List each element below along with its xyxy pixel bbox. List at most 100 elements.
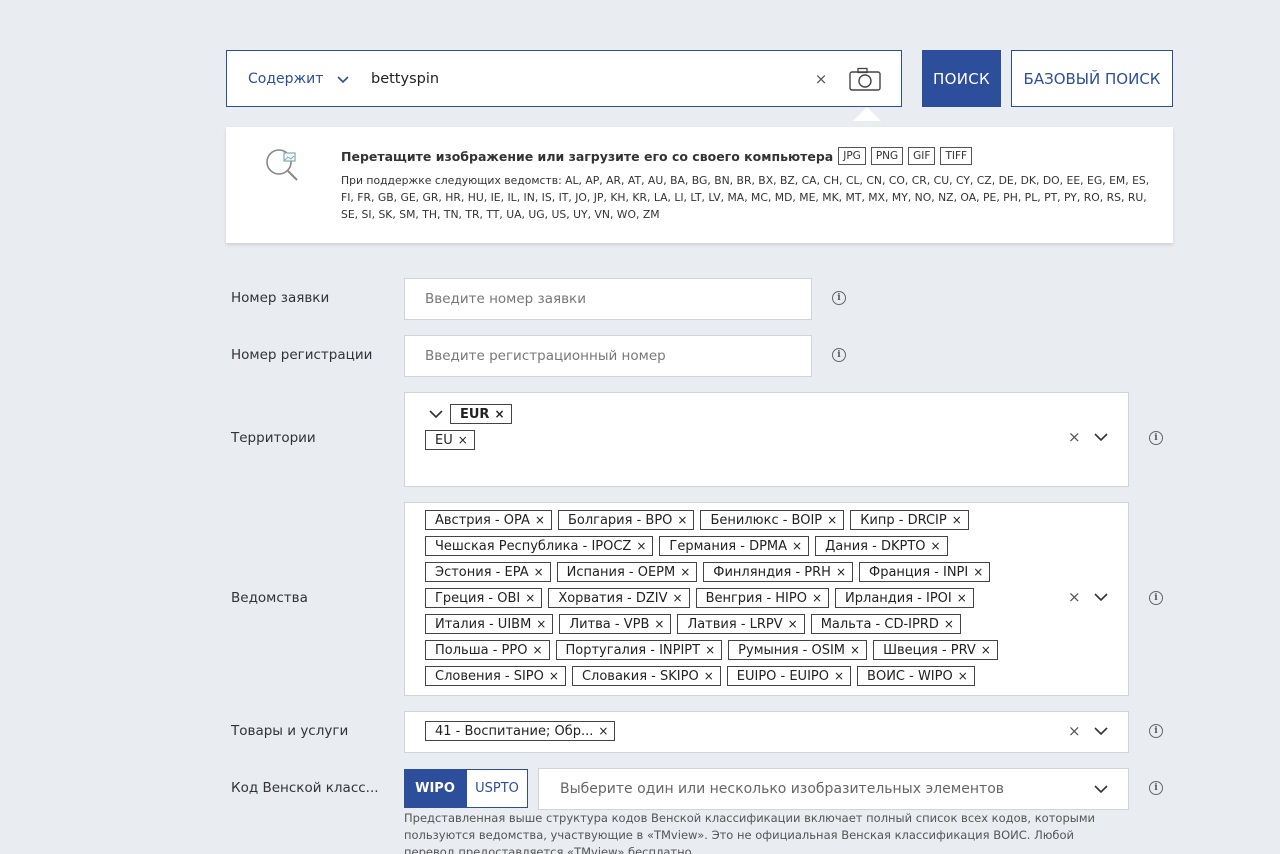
remove-chip-icon[interactable]: × [536, 617, 546, 631]
remove-chip-icon[interactable]: × [494, 407, 504, 421]
format-badge-jpg: JPG [838, 147, 866, 165]
offices-label: Ведомства [231, 590, 308, 606]
info-icon[interactable]: i [832, 348, 846, 362]
remove-chip-icon[interactable]: × [654, 617, 664, 631]
format-badge-gif: GIF [908, 147, 936, 165]
chevron-down-icon[interactable] [1094, 593, 1108, 602]
chip-label: Бенилюкс - BOIP [710, 512, 823, 528]
remove-chip-icon[interactable]: × [850, 643, 860, 657]
chip-label: Болгария - BPO [567, 512, 673, 528]
chip-label: Мальта - CD-IPRD [820, 616, 939, 632]
chip-label: Дания - DKPTO [825, 538, 926, 554]
registration-number-input[interactable]: Введите регистрационный номер [404, 335, 812, 377]
chip-label: 41 - Воспитание; Обр... [435, 723, 594, 739]
search-bar: Содержит bettyspin × [226, 50, 902, 107]
chip-label: Германия - DPMA [669, 538, 788, 554]
format-badge-png: PNG [870, 147, 904, 165]
chip-label: Латвия - LRPV [687, 616, 783, 632]
remove-chip-icon[interactable]: × [636, 539, 646, 553]
info-icon[interactable]: i [1149, 724, 1163, 738]
clear-all-icon[interactable]: × [1068, 588, 1081, 606]
remove-chip-icon[interactable]: × [532, 643, 542, 657]
clear-search-icon[interactable]: × [811, 70, 831, 88]
chip-label: Ирландия - IPOI [845, 590, 952, 606]
supported-offices-text: При поддержке следующих ведомств: AL, AP… [341, 174, 1150, 221]
chevron-down-icon[interactable] [1094, 727, 1108, 736]
vienna-elements-select[interactable]: Выберите один или несколько изобразитель… [538, 768, 1129, 810]
remove-chip-icon[interactable]: × [788, 617, 798, 631]
remove-chip-icon[interactable]: × [944, 617, 954, 631]
application-number-input[interactable]: Введите номер заявки [404, 278, 812, 320]
remove-chip-icon[interactable]: × [958, 669, 968, 683]
toggle-uspto[interactable]: USPTO [466, 769, 528, 808]
remove-chip-icon[interactable]: × [535, 513, 545, 527]
clear-all-icon[interactable]: × [1068, 428, 1081, 446]
remove-chip-icon[interactable]: × [952, 513, 962, 527]
office-chip: Испания - OEPM × [556, 562, 698, 582]
vienna-select-placeholder: Выберите один или несколько изобразитель… [560, 781, 1005, 797]
office-chip: Словения - SIPO × [425, 666, 566, 686]
office-chip: Литва - VPB × [559, 614, 672, 634]
remove-chip-icon[interactable]: × [534, 565, 544, 579]
office-chip: Венгрия - HIPO × [695, 588, 830, 608]
remove-chip-icon[interactable]: × [957, 591, 967, 605]
remove-chip-icon[interactable]: × [677, 513, 687, 527]
chip-label: Франция - INPI [869, 564, 969, 580]
remove-chip-icon[interactable]: × [525, 591, 535, 605]
office-chip: Дания - DKPTO × [815, 536, 948, 556]
camera-icon[interactable] [849, 67, 881, 91]
basic-search-button[interactable]: БАЗОВЫЙ ПОИСК [1011, 50, 1173, 107]
office-chip: Кипр - DRCIP × [850, 510, 969, 530]
office-chip: Финляндия - PRH × [703, 562, 853, 582]
office-chip: Болгария - BPO × [557, 510, 695, 530]
info-icon[interactable]: i [832, 291, 846, 305]
office-chip: Румыния - OSIM × [728, 640, 868, 660]
chip-label: EUIPO - EUIPO [736, 668, 829, 684]
chip-label: EUR [460, 406, 490, 422]
remove-chip-icon[interactable]: × [705, 643, 715, 657]
office-chip: Польша - PPO × [425, 640, 550, 660]
office-chip: Франция - INPI × [859, 562, 991, 582]
remove-chip-icon[interactable]: × [680, 565, 690, 579]
clear-all-icon[interactable]: × [1068, 722, 1081, 740]
search-button[interactable]: ПОИСК [922, 50, 1001, 107]
image-search-icon [266, 149, 298, 181]
chip-label: Словения - SIPO [435, 668, 544, 684]
remove-chip-icon[interactable]: × [834, 669, 844, 683]
remove-chip-icon[interactable]: × [598, 724, 608, 738]
territories-select[interactable]: EUR × EU × × [404, 392, 1129, 487]
remove-chip-icon[interactable]: × [549, 669, 559, 683]
territory-chip: EU × [425, 430, 475, 450]
search-mode-dropdown[interactable]: Содержит [227, 51, 355, 106]
search-input[interactable]: bettyspin [355, 71, 811, 87]
territories-label: Территории [231, 430, 316, 446]
info-icon[interactable]: i [1149, 431, 1163, 445]
chip-label: Словакия - SKIPO [581, 668, 699, 684]
image-upload-panel[interactable]: Перетащите изображение или загрузите его… [226, 127, 1173, 243]
chevron-down-icon[interactable] [1094, 433, 1108, 442]
chip-label: Чешская Республика - IPOCZ [435, 538, 632, 554]
info-icon[interactable]: i [1149, 781, 1163, 795]
remove-chip-icon[interactable]: × [704, 669, 714, 683]
remove-chip-icon[interactable]: × [458, 433, 468, 447]
remove-chip-icon[interactable]: × [931, 539, 941, 553]
remove-chip-icon[interactable]: × [973, 565, 983, 579]
office-chip: Эстония - EPA × [425, 562, 551, 582]
remove-chip-icon[interactable]: × [673, 591, 683, 605]
toggle-wipo[interactable]: WIPO [404, 769, 466, 808]
remove-chip-icon[interactable]: × [792, 539, 802, 553]
office-chip: Хорватия - DZIV × [548, 588, 690, 608]
remove-chip-icon[interactable]: × [812, 591, 822, 605]
chip-label: EU [435, 432, 453, 448]
goods-services-select[interactable]: 41 - Воспитание; Обр... × × [404, 711, 1129, 753]
remove-chip-icon[interactable]: × [836, 565, 846, 579]
remove-chip-icon[interactable]: × [827, 513, 837, 527]
upload-title: Перетащите изображение или загрузите его… [341, 148, 834, 164]
remove-chip-icon[interactable]: × [981, 643, 991, 657]
chevron-down-icon [337, 75, 349, 83]
info-icon[interactable]: i [1149, 591, 1163, 605]
chevron-down-icon[interactable] [1094, 785, 1108, 794]
application-number-label: Номер заявки [231, 290, 330, 306]
chevron-down-icon[interactable] [429, 410, 443, 419]
offices-select[interactable]: Австрия - OPA × Болгария - BPO × Бенилюкс … [404, 502, 1129, 696]
